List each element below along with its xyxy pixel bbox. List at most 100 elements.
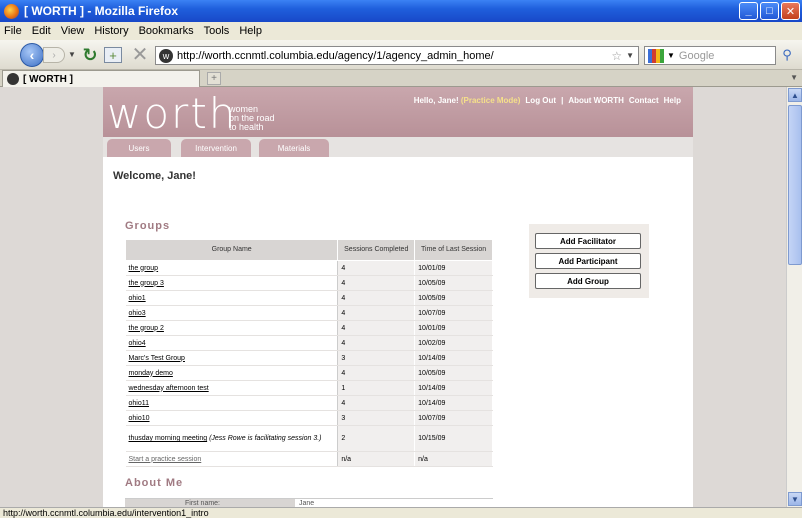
first-name-value: Jane [299, 500, 315, 507]
sessions-completed-cell: 4 [337, 275, 416, 291]
tab-list-dropdown-icon[interactable]: ▼ [790, 73, 798, 82]
window-controls: _ □ ✕ [739, 2, 800, 20]
last-session-cell: 10/14/09 [414, 350, 493, 366]
tab-users[interactable]: Users [107, 139, 171, 157]
search-placeholder[interactable]: Google [679, 50, 714, 62]
group-link[interactable]: the group 2 [129, 325, 164, 332]
group-link[interactable]: the group [129, 265, 159, 272]
search-bar[interactable]: ▼ Google [644, 46, 776, 65]
sessions-completed-cell: 3 [337, 410, 416, 426]
sessions-completed-cell: 4 [337, 260, 416, 276]
scrollbar-thumb[interactable] [788, 105, 802, 265]
maximize-button[interactable]: □ [760, 2, 779, 20]
group-note: (Jess Rowe is facilitating session 3.) [209, 435, 322, 442]
logo-tagline: women on the road to health [229, 105, 275, 132]
group-link[interactable]: ohio11 [129, 400, 150, 407]
group-link[interactable]: ohio3 [129, 310, 146, 317]
help-link[interactable]: Help [664, 96, 681, 105]
sessions-completed-cell: 2 [337, 425, 416, 452]
table-row: the group 3 4 10/05/09 [125, 275, 493, 291]
page-viewport: worth women on the road to health Hello,… [0, 87, 786, 507]
minimize-button[interactable]: _ [739, 2, 758, 20]
last-session-cell: 10/02/09 [414, 335, 493, 351]
bookmark-add-icon[interactable]: + [104, 47, 122, 63]
practice-last-cell: n/a [414, 451, 493, 467]
stop-icon[interactable]: ✕ [130, 44, 150, 66]
groups-table: Group Name Sessions Completed Time of La… [124, 239, 493, 467]
practice-session-row: Start a practice session n/a n/a [125, 451, 493, 467]
browser-tab[interactable]: [ WORTH ] [2, 70, 200, 87]
history-dropdown-icon[interactable]: ▼ [68, 50, 76, 59]
group-link[interactable]: ohio4 [129, 340, 146, 347]
practice-sessions-cell: n/a [337, 451, 416, 467]
add-facilitator-button[interactable]: Add Facilitator [535, 233, 641, 249]
last-session-cell: 10/14/09 [414, 380, 493, 396]
scroll-up-arrow-icon[interactable]: ▲ [788, 88, 802, 102]
last-session-cell: 10/14/09 [414, 395, 493, 411]
practice-mode-label: (Practice Mode) [460, 96, 521, 105]
site-tabs: Users Intervention Materials [103, 137, 693, 157]
group-link[interactable]: wednesday afternoon test [129, 385, 209, 392]
table-row: monday demo 4 10/05/09 [125, 365, 493, 381]
sessions-completed-cell: 1 [337, 380, 416, 396]
about-worth-link[interactable]: About WORTH [568, 96, 624, 105]
worth-logo[interactable]: worth [107, 89, 237, 138]
menu-bookmarks[interactable]: Bookmarks [139, 25, 194, 37]
add-participant-button[interactable]: Add Participant [535, 253, 641, 269]
add-group-button[interactable]: Add Group [535, 273, 641, 289]
last-session-cell: 10/01/09 [414, 320, 493, 336]
window-title: [ WORTH ] - Mozilla Firefox [24, 4, 178, 18]
close-button[interactable]: ✕ [781, 2, 800, 20]
practice-cell: Start a practice session [125, 451, 339, 467]
scroll-down-arrow-icon[interactable]: ▼ [788, 492, 802, 506]
vertical-scrollbar[interactable]: ▲ ▼ [786, 87, 802, 507]
url-text[interactable]: http://worth.ccnmtl.columbia.edu/agency/… [177, 50, 611, 62]
group-link[interactable]: Marc's Test Group [129, 355, 185, 362]
google-logo-icon[interactable] [648, 48, 664, 63]
menu-help[interactable]: Help [239, 25, 262, 37]
tab-intervention[interactable]: Intervention [181, 139, 251, 157]
menu-file[interactable]: File [4, 25, 22, 37]
group-link[interactable]: the group 3 [129, 280, 164, 287]
contact-link[interactable]: Contact [629, 96, 659, 105]
bookmark-star-icon[interactable]: ☆ [611, 49, 622, 63]
menu-view[interactable]: View [61, 25, 85, 37]
url-dropdown-icon[interactable]: ▼ [626, 51, 634, 60]
window-titlebar: [ WORTH ] - Mozilla Firefox _ □ ✕ [0, 0, 802, 22]
last-session-cell: 10/01/09 [414, 260, 493, 276]
last-session-cell: 10/05/09 [414, 275, 493, 291]
groups-heading: Groups [125, 220, 171, 232]
group-link[interactable]: ohio10 [129, 415, 150, 422]
start-practice-session-link[interactable]: Start a practice session [129, 456, 202, 463]
about-me-heading: About Me [125, 477, 184, 489]
status-bar: http://worth.ccnmtl.columbia.edu/interve… [0, 507, 802, 518]
group-name-cell: the group 2 [125, 320, 339, 336]
tab-materials[interactable]: Materials [259, 139, 329, 157]
back-arrow-icon[interactable]: ‹ [20, 43, 44, 67]
sessions-completed-cell: 4 [337, 335, 416, 351]
about-me-table: First name: Jane [125, 498, 493, 507]
last-session-cell: 10/05/09 [414, 365, 493, 381]
menu-edit[interactable]: Edit [32, 25, 51, 37]
group-name-cell: thusday morning meeting (Jess Rowe is fa… [125, 425, 339, 452]
menu-tools[interactable]: Tools [204, 25, 230, 37]
search-magnifier-icon[interactable]: ⚲ [779, 47, 795, 63]
first-name-cell: Jane [295, 499, 493, 507]
group-link[interactable]: ohio1 [129, 295, 146, 302]
group-name-cell: ohio4 [125, 335, 339, 351]
link-separator: | [561, 96, 564, 105]
search-engine-dropdown-icon[interactable]: ▼ [667, 51, 675, 60]
group-name-cell: monday demo [125, 365, 339, 381]
new-tab-icon[interactable]: + [207, 72, 221, 85]
url-bar[interactable]: w http://worth.ccnmtl.columbia.edu/agenc… [155, 46, 639, 65]
forward-arrow-icon[interactable]: › [43, 47, 65, 63]
group-link[interactable]: thusday morning meeting [129, 435, 208, 442]
logout-link[interactable]: Log Out [525, 96, 556, 105]
group-link[interactable]: monday demo [129, 370, 173, 377]
browser-tab-title: [ WORTH ] [23, 73, 73, 85]
reload-icon[interactable]: ↻ [80, 45, 100, 65]
site-favicon-icon: w [159, 48, 173, 63]
greeting-text: Hello, Jane! (Practice Mode) [413, 96, 521, 105]
header-time-last-session: Time of Last Session [414, 239, 493, 261]
menu-history[interactable]: History [94, 25, 128, 37]
